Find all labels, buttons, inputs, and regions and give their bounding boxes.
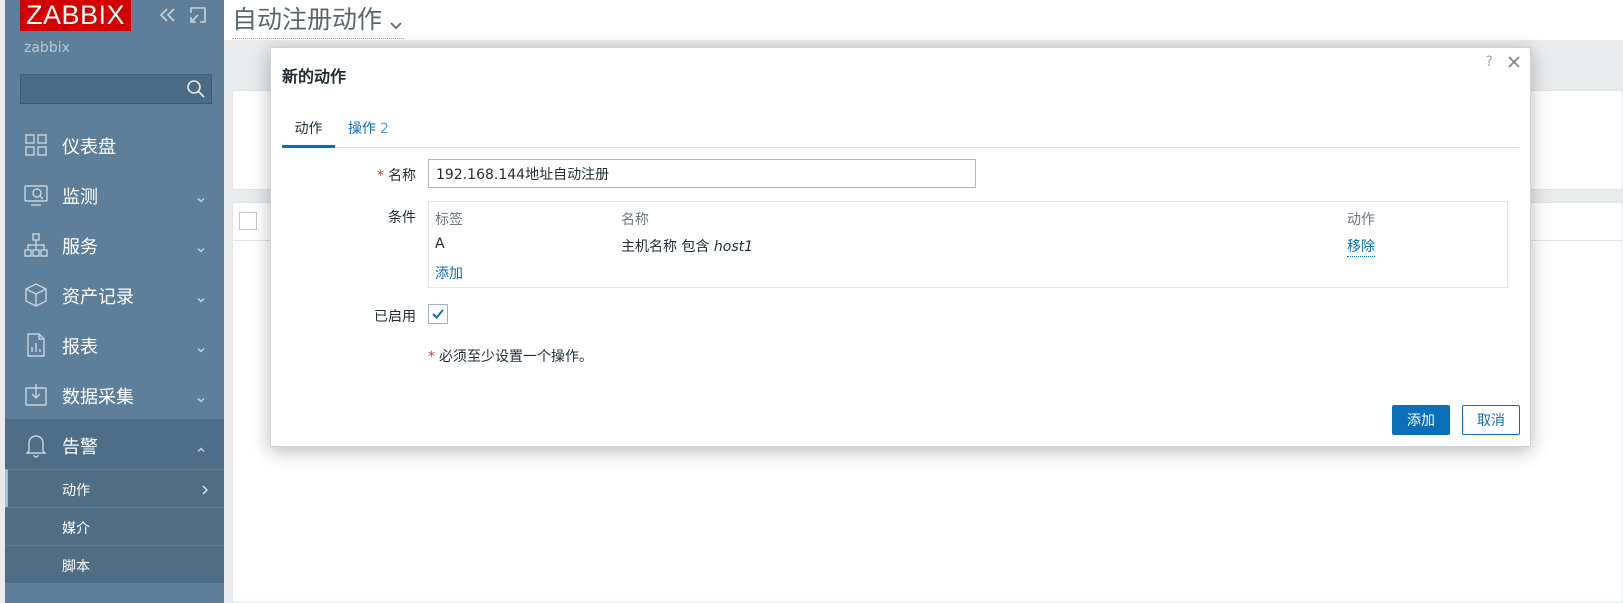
chevron-down-icon: [388, 10, 404, 30]
name-field[interactable]: [428, 159, 976, 188]
submenu-label: 动作: [62, 483, 90, 499]
menu-item-dashboard[interactable]: 仪表盘: [5, 119, 224, 169]
monitoring-icon: [23, 182, 49, 208]
top-bar: [224, 0, 1623, 40]
menu-item-monitoring[interactable]: 监测: [5, 169, 224, 219]
dashboard-icon: [23, 132, 49, 158]
menu-label: 报表: [62, 337, 98, 358]
submenu-label: 媒介: [62, 521, 90, 537]
conditions-label: 条件: [388, 210, 416, 226]
sidebar: ZABBIX zabbix 仪表盘 监测 服务 资产记录 报表 数据采集 告警 …: [5, 0, 224, 603]
tab-label: 操作: [348, 121, 376, 137]
enabled-label: 已启用: [374, 309, 416, 325]
column-header-tag: 标签: [435, 212, 463, 228]
condition-tag: A: [435, 236, 445, 252]
tab-action[interactable]: 动作: [282, 118, 335, 148]
column-header-name: 名称: [621, 212, 649, 228]
submenu-label: 脚本: [62, 559, 90, 575]
sidebar-search-input[interactable]: [20, 74, 212, 104]
server-name: zabbix: [24, 40, 70, 56]
menu-label: 服务: [62, 237, 98, 258]
search-icon[interactable]: [186, 79, 206, 99]
conditions-table: 标签 名称 动作 A 主机名称 包含 host1 移除 添加: [428, 201, 1508, 288]
chevron-right-icon: [201, 483, 209, 495]
page-title-dropdown[interactable]: 自动注册动作: [232, 0, 405, 39]
menu-label: 资产记录: [62, 287, 134, 308]
menu-label: 监测: [62, 187, 98, 208]
tab-label: 动作: [294, 121, 323, 137]
menu-label: 告警: [62, 437, 98, 458]
operations-required-note: * 必须至少设置一个操作。: [428, 349, 593, 365]
dialog-title: 新的动作: [282, 67, 347, 86]
name-label: * 名称: [377, 168, 416, 184]
services-icon: [23, 232, 49, 258]
menu-item-alerts[interactable]: 告警: [5, 419, 224, 469]
main-menu: 仪表盘 监测 服务 资产记录 报表 数据采集 告警 动作 媒介 脚本: [5, 119, 224, 583]
menu-label: 数据采集: [62, 387, 134, 408]
help-button[interactable]: ?: [1486, 54, 1493, 70]
remove-condition-link[interactable]: 移除: [1347, 236, 1375, 257]
chevron-up-icon: [196, 439, 206, 452]
submenu-item-scripts[interactable]: 脚本: [5, 545, 224, 583]
bell-icon: [23, 432, 49, 458]
required-marker: *: [428, 349, 435, 365]
select-all-checkbox[interactable]: [239, 212, 257, 230]
chevron-down-icon: [196, 389, 206, 403]
tab-count: 2: [380, 121, 389, 137]
add-condition-link[interactable]: 添加: [435, 263, 463, 283]
menu-label: 仪表盘: [62, 137, 116, 158]
condition-expression: 主机名称 包含 host1: [621, 239, 754, 255]
close-icon[interactable]: [1506, 54, 1522, 70]
new-action-dialog: 新的动作 ? 动作 操作2 *名称 条件 标签 名称 动作 A 主机名称 包含 …: [270, 47, 1531, 447]
reports-icon: [23, 332, 49, 358]
column-header-action: 动作: [1347, 212, 1375, 228]
chevron-down-icon: [196, 189, 206, 203]
chevron-down-icon: [196, 239, 206, 253]
page-title: 自动注册动作: [232, 5, 383, 34]
required-marker: *: [377, 168, 384, 184]
tab-operations[interactable]: 操作 2: [348, 118, 389, 138]
submenu-item-actions[interactable]: 动作: [5, 469, 224, 507]
cancel-button[interactable]: 取消: [1462, 405, 1520, 435]
enabled-checkbox[interactable]: [428, 304, 448, 324]
data-collection-icon: [23, 382, 49, 408]
chevron-down-icon: [196, 339, 206, 353]
menu-item-inventory[interactable]: 资产记录: [5, 269, 224, 319]
menu-item-services[interactable]: 服务: [5, 219, 224, 269]
menu-item-reports[interactable]: 报表: [5, 319, 224, 369]
add-button[interactable]: 添加: [1392, 405, 1450, 435]
submenu-item-media[interactable]: 媒介: [5, 507, 224, 545]
alerts-submenu: 动作 媒介 脚本: [5, 469, 224, 583]
kiosk-mode-icon[interactable]: [187, 4, 209, 26]
inventory-icon: [23, 282, 49, 308]
menu-item-data-collection[interactable]: 数据采集: [5, 369, 224, 419]
zabbix-logo[interactable]: ZABBIX: [20, 0, 132, 31]
chevron-down-icon: [196, 289, 206, 303]
dialog-tabs: 动作 操作 2: [282, 112, 1519, 148]
collapse-sidebar-icon[interactable]: [157, 4, 179, 26]
condition-value: host1: [713, 239, 754, 255]
